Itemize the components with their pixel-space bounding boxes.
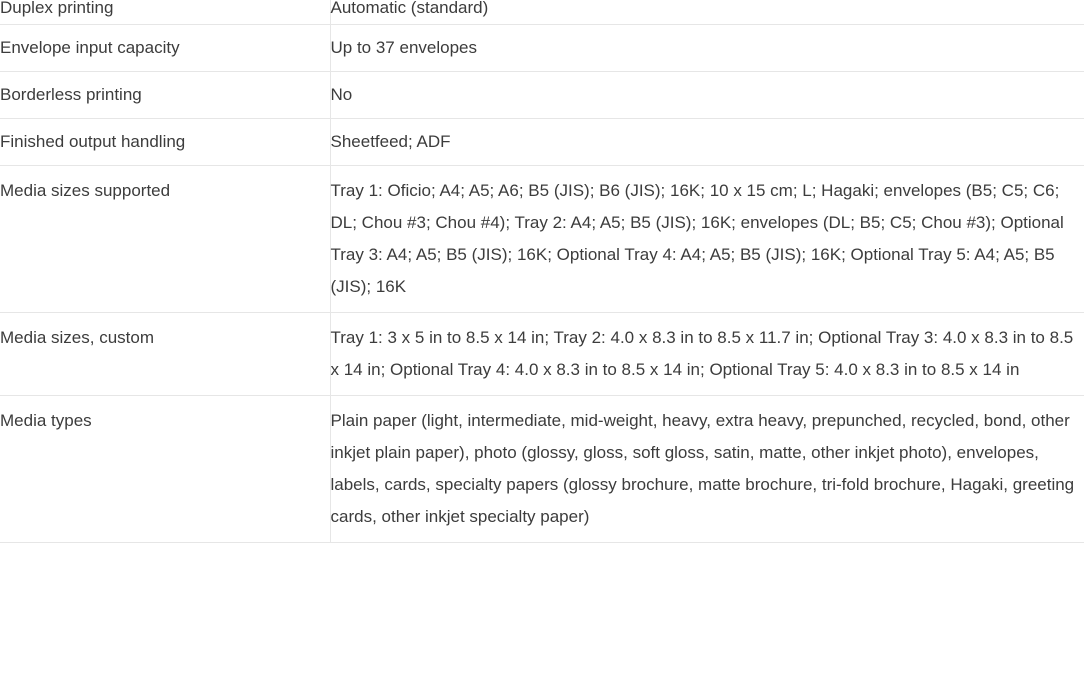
spec-value-cell: No bbox=[330, 72, 1084, 119]
spec-value-cell: Tray 1: 3 x 5 in to 8.5 x 14 in; Tray 2:… bbox=[330, 313, 1084, 396]
spec-label-cell: Envelope input capacity bbox=[0, 24, 331, 72]
specifications-table: Duplex printing Automatic (standard) Env… bbox=[0, 0, 1084, 543]
table-row: Media sizes, custom Tray 1: 3 x 5 in to … bbox=[0, 312, 1084, 396]
spec-value: Sheetfeed; ADF bbox=[330, 132, 451, 151]
spec-value-cell: Plain paper (light, intermediate, mid-we… bbox=[330, 396, 1084, 543]
spec-label-cell: Borderless printing bbox=[0, 71, 331, 119]
table-row: Envelope input capacity Up to 37 envelop… bbox=[0, 24, 1084, 72]
spec-label-cell: Finished output handling bbox=[0, 118, 331, 166]
spec-label-cell: Media sizes, custom bbox=[0, 312, 331, 396]
spec-value: Tray 1: 3 x 5 in to 8.5 x 14 in; Tray 2:… bbox=[330, 328, 1074, 379]
spec-value-cell: Up to 37 envelopes bbox=[330, 25, 1084, 72]
table-row: Finished output handling Sheetfeed; ADF bbox=[0, 118, 1084, 166]
spec-label: Media sizes supported bbox=[0, 181, 171, 200]
table-row: Media sizes supported Tray 1: Oficio; A4… bbox=[0, 165, 1084, 313]
spec-value: Automatic (standard) bbox=[330, 0, 489, 17]
spec-value-cell: Sheetfeed; ADF bbox=[330, 119, 1084, 166]
table-row: Media types Plain paper (light, intermed… bbox=[0, 395, 1084, 543]
spec-label-cell: Media types bbox=[0, 395, 331, 543]
spec-value: Up to 37 envelopes bbox=[330, 38, 478, 57]
spec-label: Duplex printing bbox=[0, 0, 114, 17]
spec-label: Media sizes, custom bbox=[0, 328, 154, 347]
spec-label: Finished output handling bbox=[0, 132, 186, 151]
spec-value-cell: Automatic (standard) bbox=[330, 0, 1084, 25]
spec-label: Borderless printing bbox=[0, 85, 142, 104]
spec-value-cell: Tray 1: Oficio; A4; A5; A6; B5 (JIS); B6… bbox=[330, 166, 1084, 313]
spec-label: Media types bbox=[0, 411, 92, 430]
spec-value: Tray 1: Oficio; A4; A5; A6; B5 (JIS); B6… bbox=[330, 181, 1064, 296]
spec-label-cell: Media sizes supported bbox=[0, 165, 331, 313]
table-row: Borderless printing No bbox=[0, 71, 1084, 119]
spec-value: No bbox=[330, 85, 353, 104]
spec-label-cell: Duplex printing bbox=[0, 0, 331, 25]
table-row: Duplex printing Automatic (standard) bbox=[0, 0, 1084, 25]
spec-value: Plain paper (light, intermediate, mid-we… bbox=[330, 411, 1075, 526]
spec-label: Envelope input capacity bbox=[0, 38, 180, 57]
specifications-table-body: Duplex printing Automatic (standard) Env… bbox=[0, 0, 1084, 543]
